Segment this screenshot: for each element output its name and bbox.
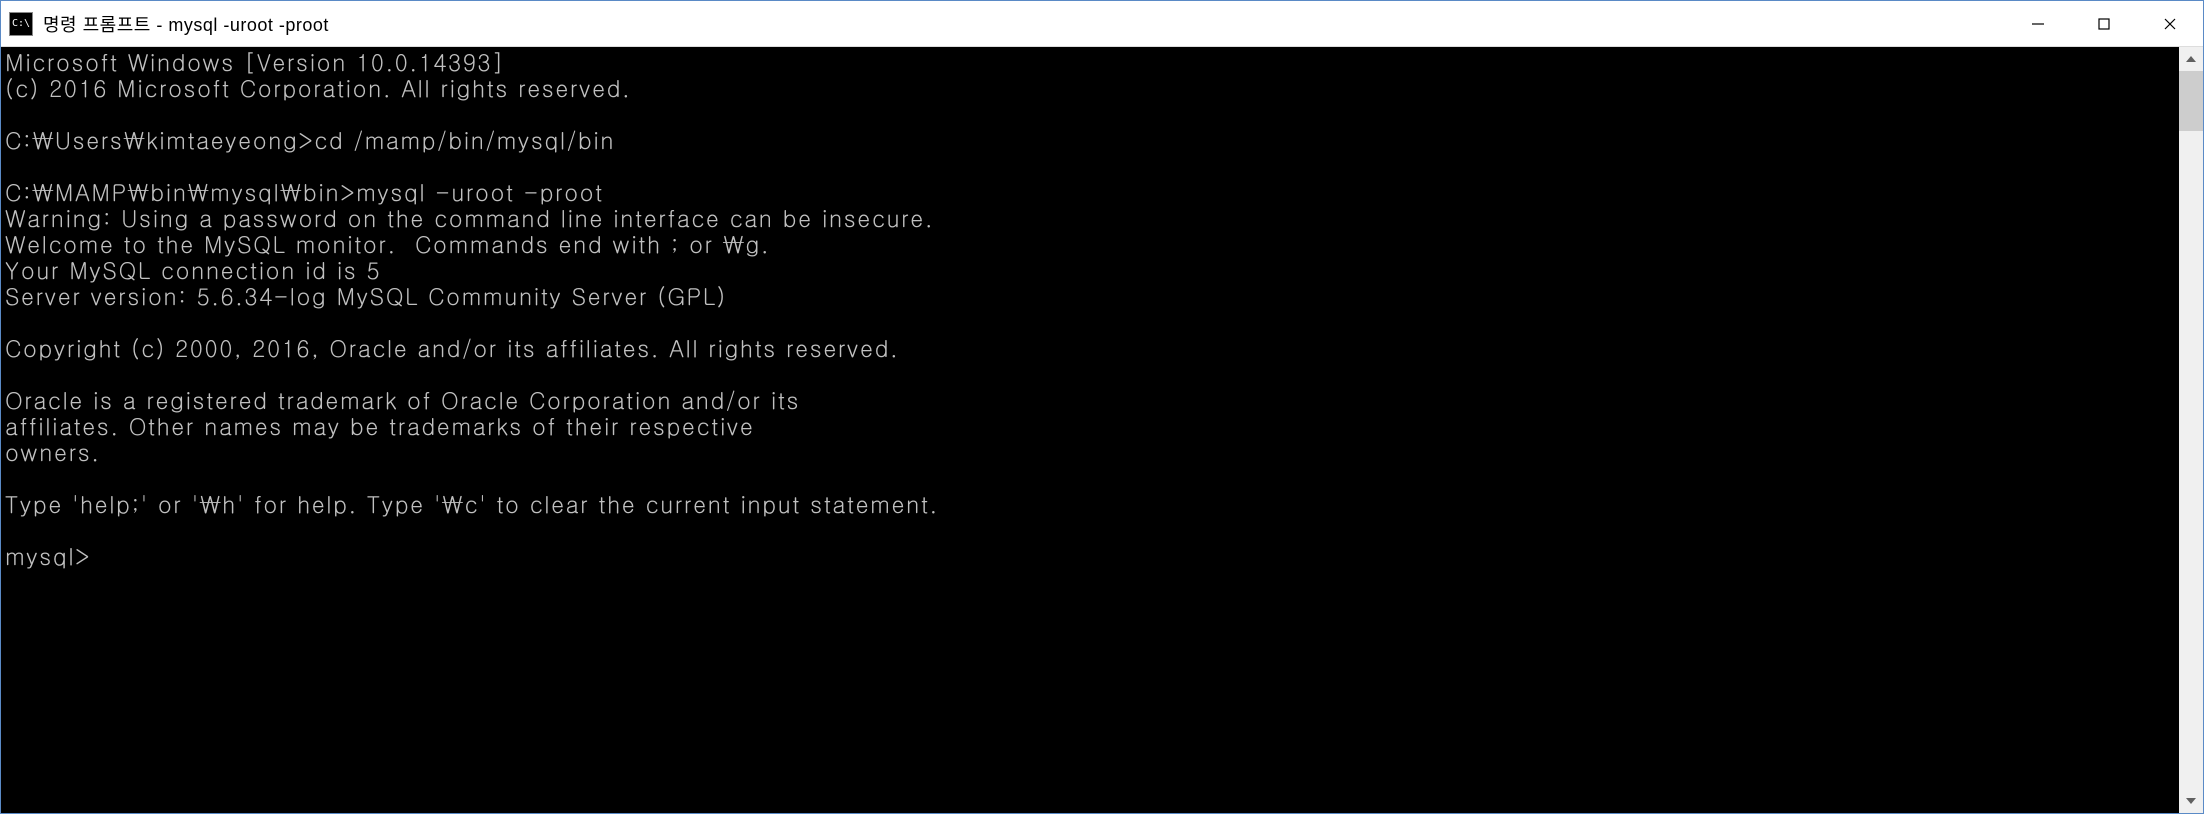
chevron-up-icon xyxy=(2186,56,2196,62)
scroll-track[interactable] xyxy=(2179,71,2203,789)
chevron-down-icon xyxy=(2186,798,2196,804)
close-icon xyxy=(2162,16,2178,32)
scroll-thumb[interactable] xyxy=(2179,71,2203,131)
command-prompt-window: C:\ 명령 프롬프트 - mysql -uroot -proot Micros… xyxy=(0,0,2204,814)
window-controls xyxy=(2005,1,2203,46)
scroll-down-button[interactable] xyxy=(2179,789,2203,813)
vertical-scrollbar[interactable] xyxy=(2179,47,2203,813)
scroll-up-button[interactable] xyxy=(2179,47,2203,71)
minimize-button[interactable] xyxy=(2005,1,2071,46)
close-button[interactable] xyxy=(2137,1,2203,46)
titlebar[interactable]: C:\ 명령 프롬프트 - mysql -uroot -proot xyxy=(1,1,2203,47)
terminal-output[interactable]: Microsoft Windows [Version 10.0.14393] (… xyxy=(1,47,2179,813)
window-title: 명령 프롬프트 - mysql -uroot -proot xyxy=(43,11,2005,37)
minimize-icon xyxy=(2030,16,2046,32)
app-icon: C:\ xyxy=(9,12,33,36)
content-area: Microsoft Windows [Version 10.0.14393] (… xyxy=(1,47,2203,813)
maximize-button[interactable] xyxy=(2071,1,2137,46)
maximize-icon xyxy=(2096,16,2112,32)
